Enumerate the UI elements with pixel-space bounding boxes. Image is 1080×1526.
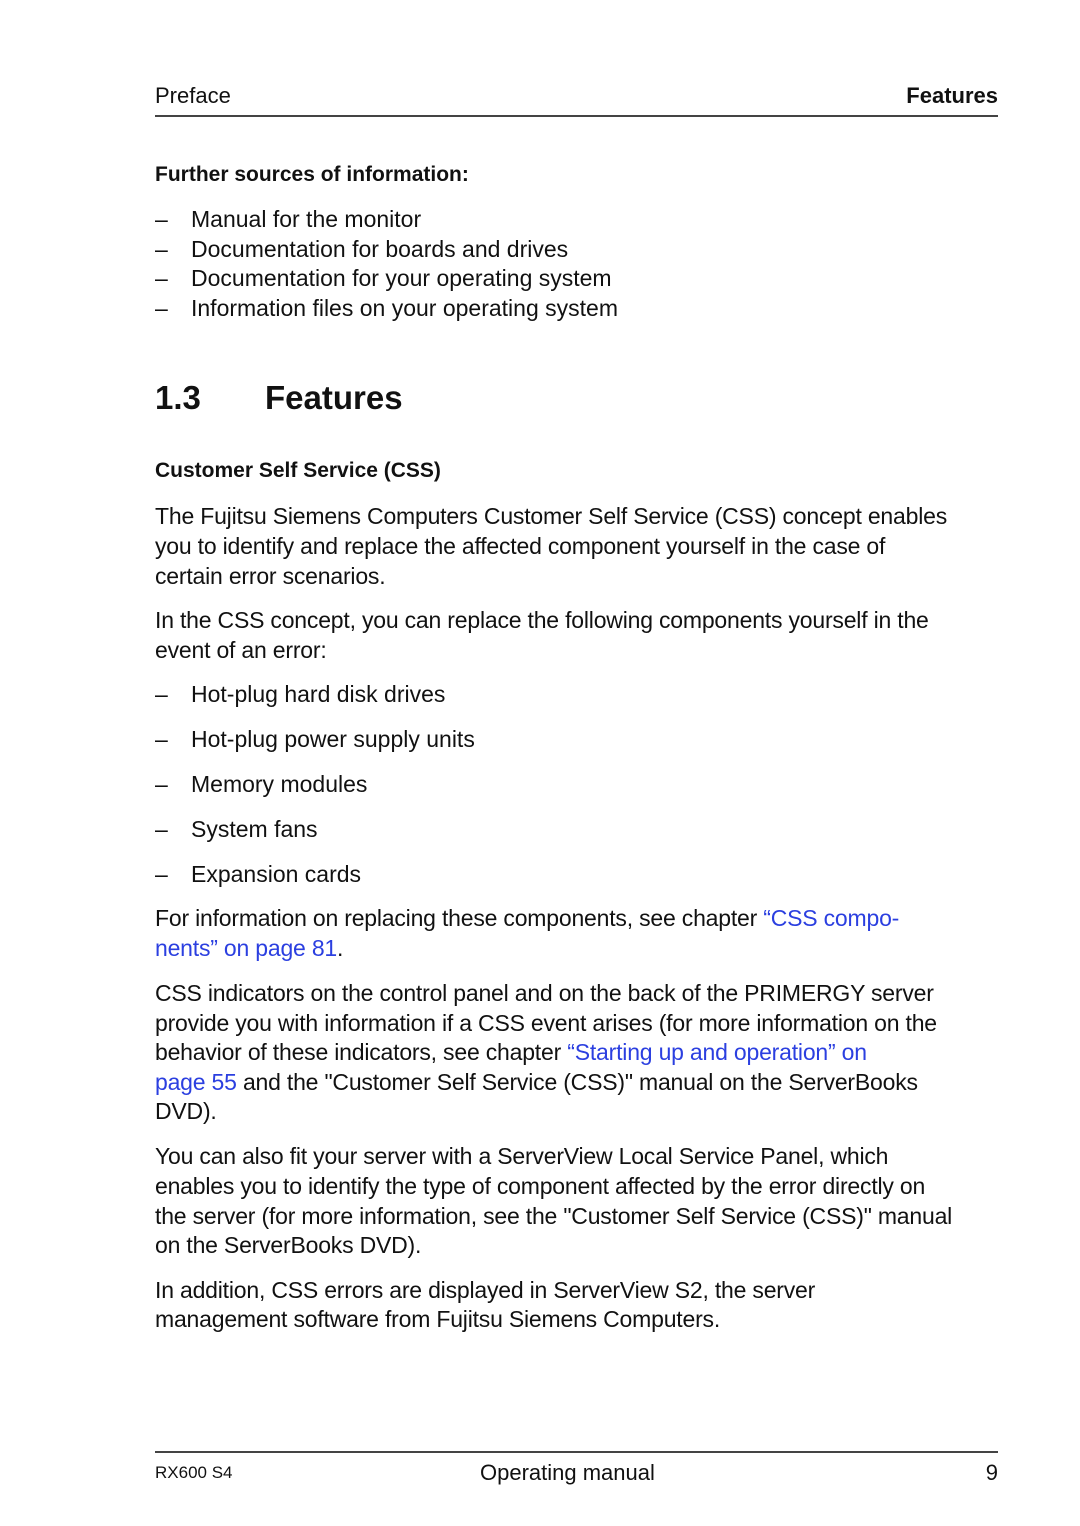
- further-sources-heading: Further sources of information:: [155, 163, 469, 186]
- bullet-dash: –: [155, 861, 168, 887]
- text-line: on the ServerBooks DVD).: [155, 1232, 422, 1258]
- bullet-dash: –: [155, 295, 168, 321]
- header-rule: [155, 115, 998, 117]
- running-header-section: Preface: [155, 83, 231, 108]
- bullet-dash: –: [155, 265, 168, 291]
- text-line: DVD).: [155, 1098, 217, 1124]
- text-line: management software from Fujitsu Siemens…: [155, 1306, 721, 1332]
- css-heading: Customer Self Service (CSS): [155, 459, 441, 482]
- starting-up-link[interactable]: “Starting up and operation” on: [567, 1039, 867, 1065]
- list-item: Expansion cards: [191, 861, 362, 887]
- text-line: For information on replacing these compo…: [155, 905, 899, 932]
- text-line: nents” on page 81.: [155, 935, 343, 962]
- list-item: Memory modules: [191, 771, 368, 797]
- list-item: Manual for the monitor: [191, 206, 422, 232]
- list-item: Documentation for boards and drives: [191, 236, 569, 262]
- list-item: Hot-plug power supply units: [191, 726, 475, 752]
- running-header-chapter: Features: [906, 83, 998, 108]
- section-number: 1.3: [155, 379, 201, 416]
- footer-rule: [155, 1451, 998, 1453]
- css-components-link[interactable]: nents” on page 81: [155, 935, 337, 961]
- text-line: provide you with information if a CSS ev…: [155, 1010, 937, 1036]
- text-line: CSS indicators on the control panel and …: [155, 980, 934, 1006]
- list-item: Documentation for your operating system: [191, 265, 612, 291]
- bullet-dash: –: [155, 681, 168, 707]
- text-line: event of an error:: [155, 637, 327, 663]
- footer-doc-type: Operating manual: [480, 1460, 655, 1485]
- text-line: behavior of these indicators, see chapte…: [155, 1039, 867, 1066]
- text-line: page 55 and the "Customer Self Service (…: [155, 1069, 918, 1096]
- text-line: In the CSS concept, you can replace the …: [155, 607, 929, 633]
- list-item: System fans: [191, 816, 318, 842]
- text-line: enables you to identify the type of comp…: [155, 1173, 926, 1199]
- section-title: Features: [265, 379, 403, 416]
- starting-up-link[interactable]: page 55: [155, 1069, 237, 1095]
- text-line: certain error scenarios.: [155, 563, 386, 589]
- text-span: .: [337, 935, 344, 961]
- text-line: the server (for more information, see th…: [155, 1203, 953, 1229]
- list-item: Information files on your operating syst…: [191, 295, 618, 321]
- page-number: 9: [985, 1460, 998, 1485]
- text-span: For information on replacing these compo…: [155, 905, 764, 931]
- footer-model: RX600 S4: [155, 1463, 233, 1482]
- text-line: You can also fit your server with a Serv…: [155, 1143, 889, 1169]
- text-line: The Fujitsu Siemens Computers Customer S…: [155, 503, 948, 529]
- text-span: behavior of these indicators, see chapte…: [155, 1039, 568, 1065]
- text-line: In addition, CSS errors are displayed in…: [155, 1277, 816, 1303]
- text-line: you to identify and replace the affected…: [155, 533, 886, 559]
- text-span: and the "Customer Self Service (CSS)" ma…: [236, 1069, 918, 1095]
- bullet-dash: –: [155, 816, 168, 842]
- bullet-dash: –: [155, 726, 168, 752]
- css-components-link[interactable]: “CSS compo-: [763, 905, 899, 931]
- list-item: Hot-plug hard disk drives: [191, 681, 446, 707]
- bullet-dash: –: [155, 236, 168, 262]
- bullet-dash: –: [155, 206, 168, 232]
- bullet-dash: –: [155, 771, 168, 797]
